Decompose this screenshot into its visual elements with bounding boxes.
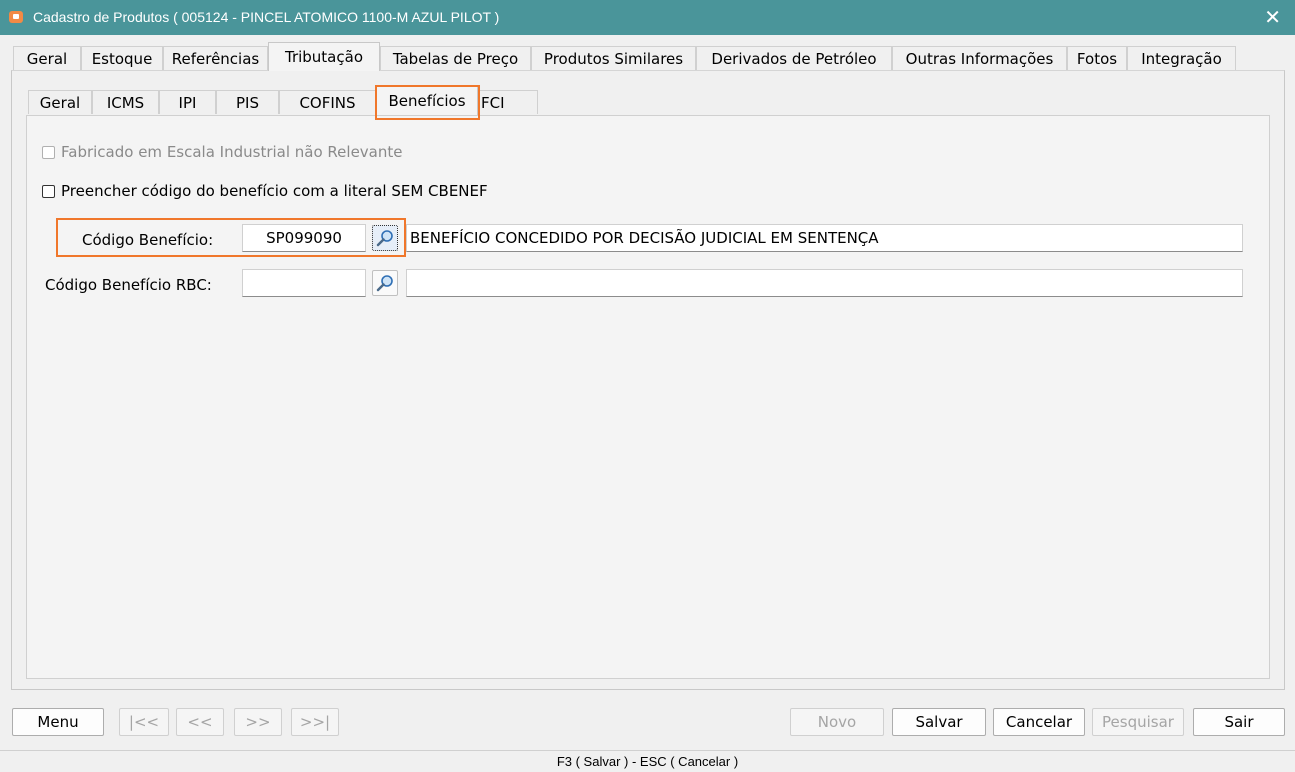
checkbox-escala-label: Fabricado em Escala Industrial não Relev… (61, 143, 403, 161)
codigo-beneficio-rbc-label: Código Benefício RBC: (45, 276, 212, 294)
tab-geral[interactable]: Geral (13, 46, 81, 70)
subtab-cofins[interactable]: COFINS (279, 90, 376, 114)
codigo-beneficio-rbc-description[interactable] (406, 269, 1243, 297)
salvar-button[interactable]: Salvar (892, 708, 986, 736)
codigo-beneficio-rbc-search-button[interactable] (372, 270, 398, 296)
tab-estoque[interactable]: Estoque (81, 46, 163, 70)
codigo-beneficio-description[interactable]: BENEFÍCIO CONCEDIDO POR DECISÃO JUDICIAL… (406, 224, 1243, 252)
window-title: Cadastro de Produtos ( 005124 - PINCEL A… (33, 9, 500, 25)
subtab-pis[interactable]: PIS (216, 90, 279, 114)
tab-integracao[interactable]: Integração (1127, 46, 1236, 70)
checkbox-literal-label: Preencher código do benefício com a lite… (61, 182, 488, 200)
tab-outras-informacoes[interactable]: Outras Informações (892, 46, 1067, 70)
tab-tributacao[interactable]: Tributação (268, 42, 380, 71)
app-icon (9, 11, 23, 23)
checkbox-literal-sem-cbenef[interactable]: Preencher código do benefício com a lite… (42, 182, 488, 200)
checkbox-escala-industrial[interactable]: Fabricado em Escala Industrial não Relev… (42, 143, 403, 161)
novo-button[interactable]: Novo (790, 708, 884, 736)
subtab-ipi[interactable]: IPI (159, 90, 216, 114)
previous-record-button[interactable]: << (176, 708, 224, 736)
title-bar: Cadastro de Produtos ( 005124 - PINCEL A… (0, 0, 1295, 35)
pesquisar-button[interactable]: Pesquisar (1092, 708, 1184, 736)
close-icon[interactable]: ✕ (1264, 5, 1281, 29)
subtab-icms[interactable]: ICMS (92, 90, 159, 114)
last-record-button[interactable]: >>| (291, 708, 339, 736)
subtab-geral[interactable]: Geral (28, 90, 92, 114)
checkbox-escala-box[interactable] (42, 145, 55, 159)
highlight-beneficios-tab (375, 85, 480, 120)
magnifier-icon (376, 275, 393, 292)
cancelar-button[interactable]: Cancelar (993, 708, 1085, 736)
tab-derivados-petroleo[interactable]: Derivados de Petróleo (696, 46, 892, 70)
tab-referencias[interactable]: Referências (163, 46, 268, 70)
menu-button[interactable]: Menu (12, 708, 104, 736)
tab-produtos-similares[interactable]: Produtos Similares (531, 46, 696, 70)
highlight-codigo-beneficio (56, 218, 406, 257)
codigo-beneficio-rbc-input[interactable] (242, 269, 366, 297)
subtab-fci[interactable]: FCI (478, 90, 538, 114)
next-record-button[interactable]: >> (234, 708, 282, 736)
tab-tabelas-preco[interactable]: Tabelas de Preço (380, 46, 531, 70)
status-bar: F3 ( Salvar ) - ESC ( Cancelar ) (0, 750, 1295, 772)
tab-fotos[interactable]: Fotos (1067, 46, 1127, 70)
first-record-button[interactable]: |<< (119, 708, 169, 736)
sair-button[interactable]: Sair (1193, 708, 1285, 736)
checkbox-literal-box[interactable] (42, 184, 55, 198)
